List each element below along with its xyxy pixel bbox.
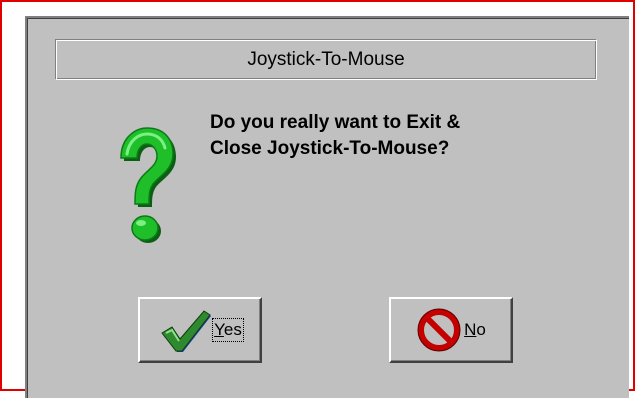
no-sign-icon: [417, 308, 461, 352]
confirmation-message: Do you really want to Exit & Close Joyst…: [210, 110, 590, 162]
dialog-title: Joystick-To-Mouse: [55, 39, 597, 80]
no-button[interactable]: No: [389, 297, 513, 363]
no-button-label: No: [464, 320, 486, 339]
checkmark-icon: [161, 310, 212, 352]
message-line-2: Close Joystick-To-Mouse?: [210, 138, 450, 159]
yes-button[interactable]: Yes: [138, 297, 262, 363]
question-mark-icon: [107, 124, 177, 248]
exit-confirmation-dialog: Joystick-To-Mouse Do you really want to …: [25, 16, 629, 398]
message-line-1: Do you really want to Exit &: [210, 112, 461, 133]
yes-button-label: Yes: [212, 318, 244, 342]
